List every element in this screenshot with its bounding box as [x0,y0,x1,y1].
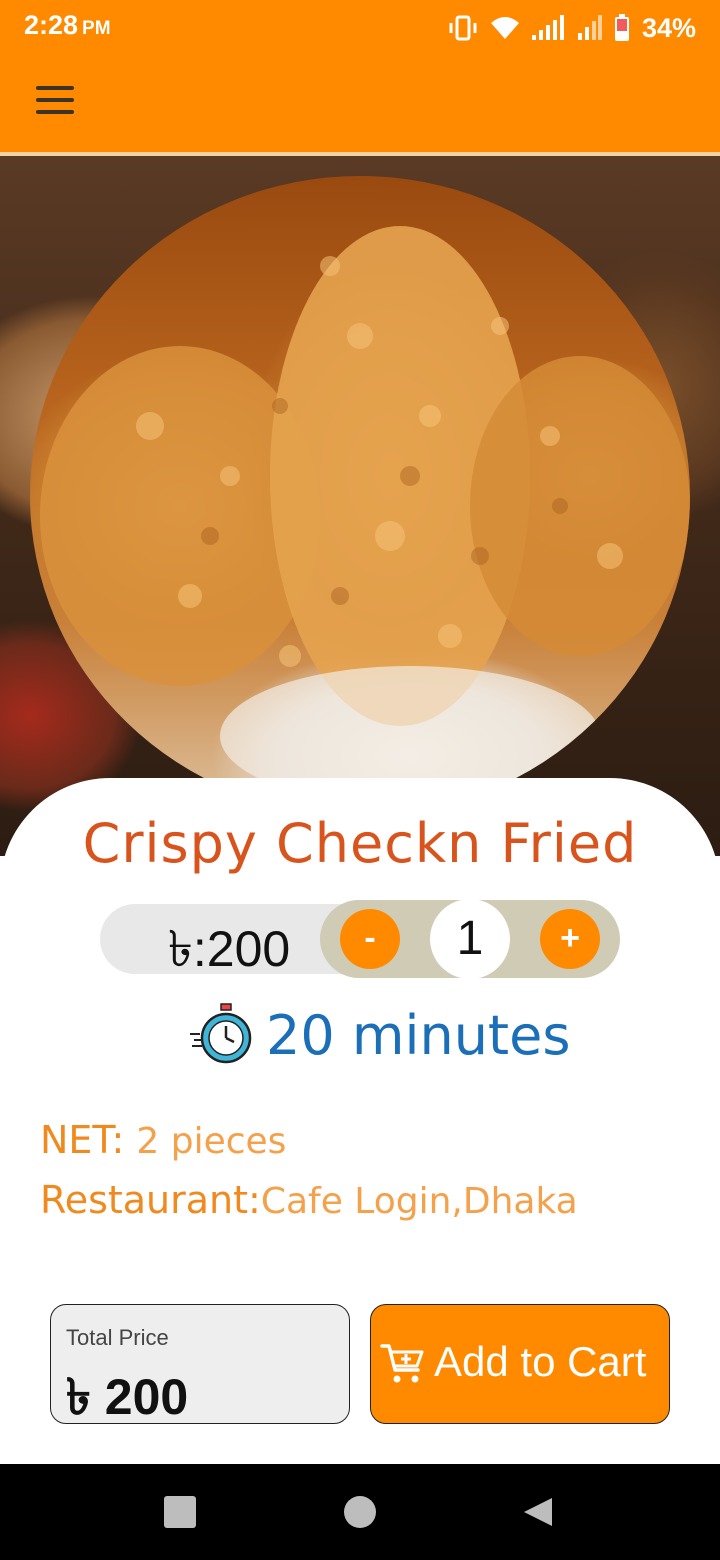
product-title: Crispy Checkn Fried [82,812,638,875]
recents-square-icon[interactable] [164,1496,196,1528]
prep-time: 20 minutes [266,1004,571,1067]
status-time-value: 2:28 [24,10,79,40]
hamburger-menu-icon[interactable] [36,86,76,116]
total-price-value: ৳ 200 [66,1369,189,1425]
wifi-icon [490,17,519,39]
restaurant-label: Restaurant: [40,1178,261,1222]
battery-percentage: 34% [641,12,696,43]
status-icons: 34% [448,10,696,46]
net-label: NET: [40,1118,125,1162]
add-to-cart-icon[interactable] [380,1340,426,1386]
home-circle-icon[interactable] [344,1496,376,1528]
signal-icon-2 [577,15,602,40]
net-info: NET: 2 pieces [40,1118,286,1162]
decrease-quantity-button[interactable]: - [340,909,400,969]
status-time-ampm: PM [82,18,111,39]
food-image [30,176,690,816]
quantity-value: 1 [430,899,510,979]
app-bar: 2:28 PM 34% [0,0,720,152]
hero-background [0,156,720,856]
net-value: 2 pieces [136,1121,287,1162]
stopwatch-icon [190,1003,252,1064]
add-to-cart-label[interactable]: Add to Cart [434,1338,646,1386]
status-time: 2:28 PM [24,10,111,41]
restaurant-info: Restaurant:Cafe Login,Dhaka [40,1178,578,1222]
signal-icon [531,15,564,40]
battery-icon [614,14,629,41]
total-price-label: Total Price [66,1325,169,1350]
vibrate-icon [449,15,477,41]
back-triangle-icon[interactable] [522,1496,554,1528]
restaurant-value: Cafe Login,Dhaka [260,1181,578,1222]
product-price: ৳:200 [168,921,291,977]
fried-chicken-photo [40,226,690,806]
increase-quantity-button[interactable]: + [540,909,600,969]
